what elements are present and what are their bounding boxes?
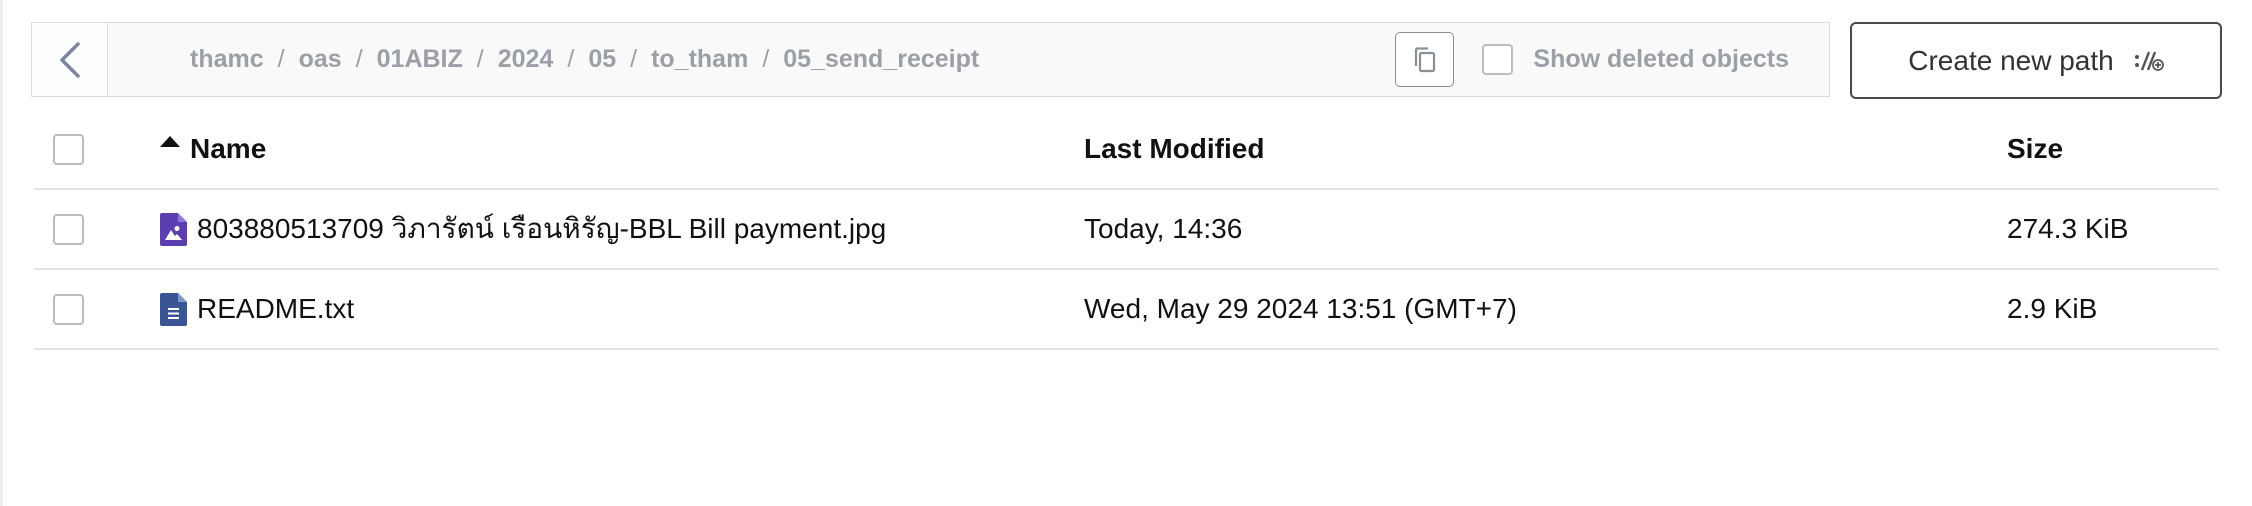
- breadcrumb-separator: /: [476, 45, 484, 73]
- file-name-cell[interactable]: 803880513709 วิภารัตน์ เรือนหิรัญ-BBL Bi…: [160, 207, 886, 251]
- size-cell: 2.9 KiB: [2007, 293, 2098, 324]
- breadcrumb-separator: /: [762, 45, 770, 73]
- path-bar: thamc / oas / 01ABIZ / 2024 / 05 / to_th…: [31, 22, 1830, 97]
- copy-path-button[interactable]: [1395, 32, 1455, 87]
- copy-icon: [1414, 46, 1435, 72]
- breadcrumb-separator: /: [277, 45, 285, 73]
- new-path-icon: [2134, 51, 2164, 71]
- breadcrumb-item[interactable]: 01ABIZ: [377, 45, 463, 74]
- show-deleted-toggle[interactable]: Show deleted objects: [1482, 44, 1789, 75]
- breadcrumb-item[interactable]: to_tham: [651, 45, 748, 74]
- chevron-left-icon: [59, 41, 80, 78]
- breadcrumb-item[interactable]: oas: [299, 45, 342, 74]
- file-name: README.txt: [197, 293, 355, 324]
- select-all-checkbox[interactable]: [53, 134, 84, 165]
- column-header-size[interactable]: Size: [2007, 133, 2063, 165]
- column-header-name[interactable]: Name: [160, 133, 266, 165]
- last-modified-cell: Today, 14:36: [1084, 213, 1243, 244]
- breadcrumb-item[interactable]: thamc: [190, 45, 264, 74]
- breadcrumb-item-current[interactable]: 05_send_receipt: [783, 45, 979, 74]
- back-button[interactable]: [32, 23, 108, 96]
- create-new-path-label: Create new path: [1908, 44, 2114, 76]
- object-table: Name Last Modified Size 803880513709 วิภ…: [34, 110, 2218, 350]
- breadcrumb-separator: /: [567, 45, 575, 73]
- breadcrumb: thamc / oas / 01ABIZ / 2024 / 05 / to_th…: [108, 45, 1395, 74]
- last-modified-cell: Wed, May 29 2024 13:51 (GMT+7): [1084, 293, 1517, 324]
- column-header-name-label: Name: [190, 133, 267, 164]
- breadcrumb-separator: /: [355, 45, 363, 73]
- file-name: 803880513709 วิภารัตน์ เรือนหิรัญ-BBL Bi…: [197, 213, 887, 244]
- row-checkbox[interactable]: [53, 294, 84, 325]
- table-header-row: Name Last Modified Size: [34, 110, 2218, 190]
- text-file-icon: [160, 292, 187, 326]
- breadcrumb-separator: /: [630, 45, 638, 73]
- row-checkbox[interactable]: [53, 214, 84, 245]
- table-row[interactable]: 803880513709 วิภารัตน์ เรือนหิรัญ-BBL Bi…: [34, 190, 2218, 270]
- show-deleted-checkbox[interactable]: [1482, 44, 1514, 75]
- show-deleted-label: Show deleted objects: [1533, 45, 1789, 73]
- breadcrumb-item[interactable]: 05: [588, 45, 616, 74]
- breadcrumb-item[interactable]: 2024: [498, 45, 554, 74]
- sort-ascending-icon: [160, 136, 180, 147]
- size-cell: 274.3 KiB: [2007, 213, 2129, 244]
- left-edge-divider: [0, 0, 3, 506]
- column-header-last-modified[interactable]: Last Modified: [1084, 133, 1264, 165]
- image-file-icon: [160, 212, 187, 246]
- create-new-path-button[interactable]: Create new path: [1850, 22, 2222, 99]
- table-row[interactable]: README.txt Wed, May 29 2024 13:51 (GMT+7…: [34, 270, 2218, 350]
- file-name-cell[interactable]: README.txt: [160, 292, 355, 326]
